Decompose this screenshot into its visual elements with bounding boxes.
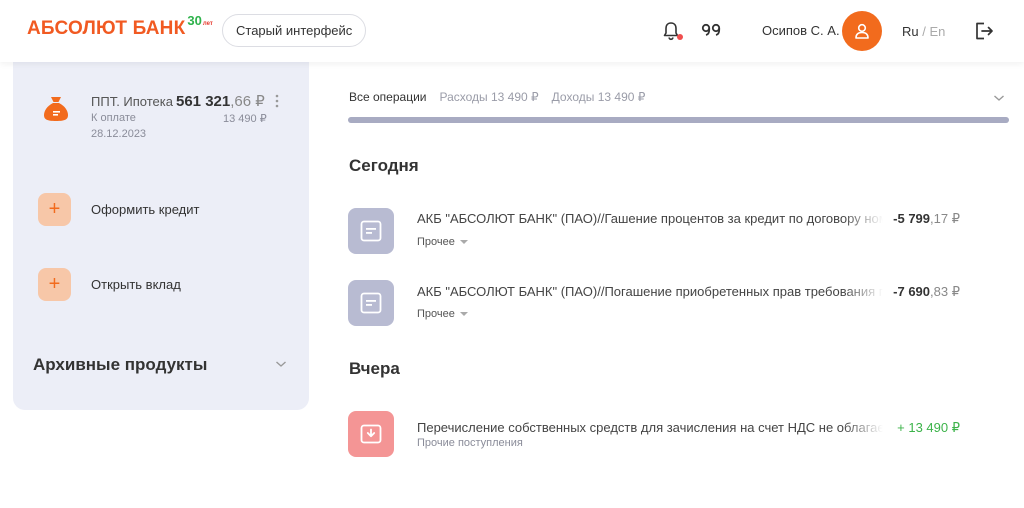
payment-date: 28.12.2023: [91, 128, 147, 140]
operation-tabs: Все операции Расходы 13 490 ₽ Доходы 13 …: [349, 90, 658, 104]
archive-products-toggle[interactable]: Архивные продукты: [33, 355, 207, 375]
operation-title[interactable]: АКБ "АБСОЛЮТ БАНК" (ПАО)//Погашение прио…: [417, 284, 883, 299]
money-bag-icon: [44, 97, 68, 121]
document-icon: [360, 220, 382, 242]
apply-credit-button[interactable]: + Оформить кредит: [38, 193, 199, 226]
operation-category: Прочие поступления: [417, 437, 523, 449]
lang-ru[interactable]: Ru: [902, 24, 919, 39]
bank-logo[interactable]: АБСОЛЮТ БАНК 30лет: [27, 13, 213, 40]
quotes-icon[interactable]: [700, 20, 722, 40]
operation-icon: [348, 280, 394, 326]
group-title-yesterday: Вчера: [349, 359, 400, 378]
payment-label: К оплате: [91, 112, 136, 124]
title-fade: [843, 419, 883, 437]
chevron-down-icon[interactable]: [275, 360, 287, 368]
operation-amount: -5 799,17 ₽: [893, 211, 960, 226]
logout-icon[interactable]: [973, 20, 995, 42]
logo-text: АБСОЛЮТ БАНК: [27, 18, 186, 39]
old-interface-button[interactable]: Старый интерфейс: [222, 14, 367, 47]
plus-icon: +: [38, 193, 71, 226]
anniversary-badge: 30лет: [187, 13, 213, 28]
top-header: АБСОЛЮТ БАНК 30лет Старый интерфейс Осип…: [0, 0, 1024, 62]
operation-amount: -7 690,83 ₽: [893, 284, 960, 299]
caret-down-icon: [459, 312, 468, 316]
products-panel: ППТ. Ипотека 561 321,66 ₽ К оплате 28.12…: [13, 50, 309, 410]
tab-all-operations[interactable]: Все операции: [349, 90, 426, 104]
payment-amount: 13 490 ₽: [223, 113, 267, 125]
more-options-icon[interactable]: [275, 94, 279, 108]
plus-icon: +: [38, 268, 71, 301]
avatar[interactable]: [842, 11, 882, 51]
group-title-today: Сегодня: [349, 156, 419, 175]
document-icon: [360, 292, 382, 314]
chevron-down-icon[interactable]: [993, 94, 1005, 102]
operation-icon: [348, 411, 394, 457]
operation-title[interactable]: Перечисление собственных средств для зач…: [417, 420, 883, 435]
progress-fill: [348, 117, 1009, 123]
user-icon: [855, 23, 869, 39]
caret-down-icon: [459, 240, 468, 244]
tab-income[interactable]: Доходы 13 490 ₽: [552, 90, 646, 104]
loan-name[interactable]: ППТ. Ипотека: [91, 94, 177, 109]
tab-expenses[interactable]: Расходы 13 490 ₽: [439, 90, 538, 104]
user-name[interactable]: Осипов С. А.: [762, 23, 840, 38]
open-deposit-button[interactable]: + Открыть вклад: [38, 268, 181, 301]
title-fade: [843, 210, 883, 228]
title-fade: [843, 283, 883, 301]
operation-title[interactable]: АКБ "АБСОЛЮТ БАНК" (ПАО)//Гашение процен…: [417, 211, 883, 226]
inbox-download-icon: [360, 424, 382, 444]
operation-icon: [348, 208, 394, 254]
language-switcher: Ru / En: [902, 24, 946, 39]
operation-amount: + 13 490 ₽: [897, 420, 960, 435]
lang-en[interactable]: En: [929, 24, 945, 39]
operation-category-select[interactable]: Прочее: [417, 236, 468, 248]
operation-category-select[interactable]: Прочее: [417, 308, 468, 320]
loan-balance: 561 321,66 ₽: [176, 93, 265, 110]
operations-progress-bar: [348, 117, 1009, 123]
notification-dot: [677, 34, 683, 40]
